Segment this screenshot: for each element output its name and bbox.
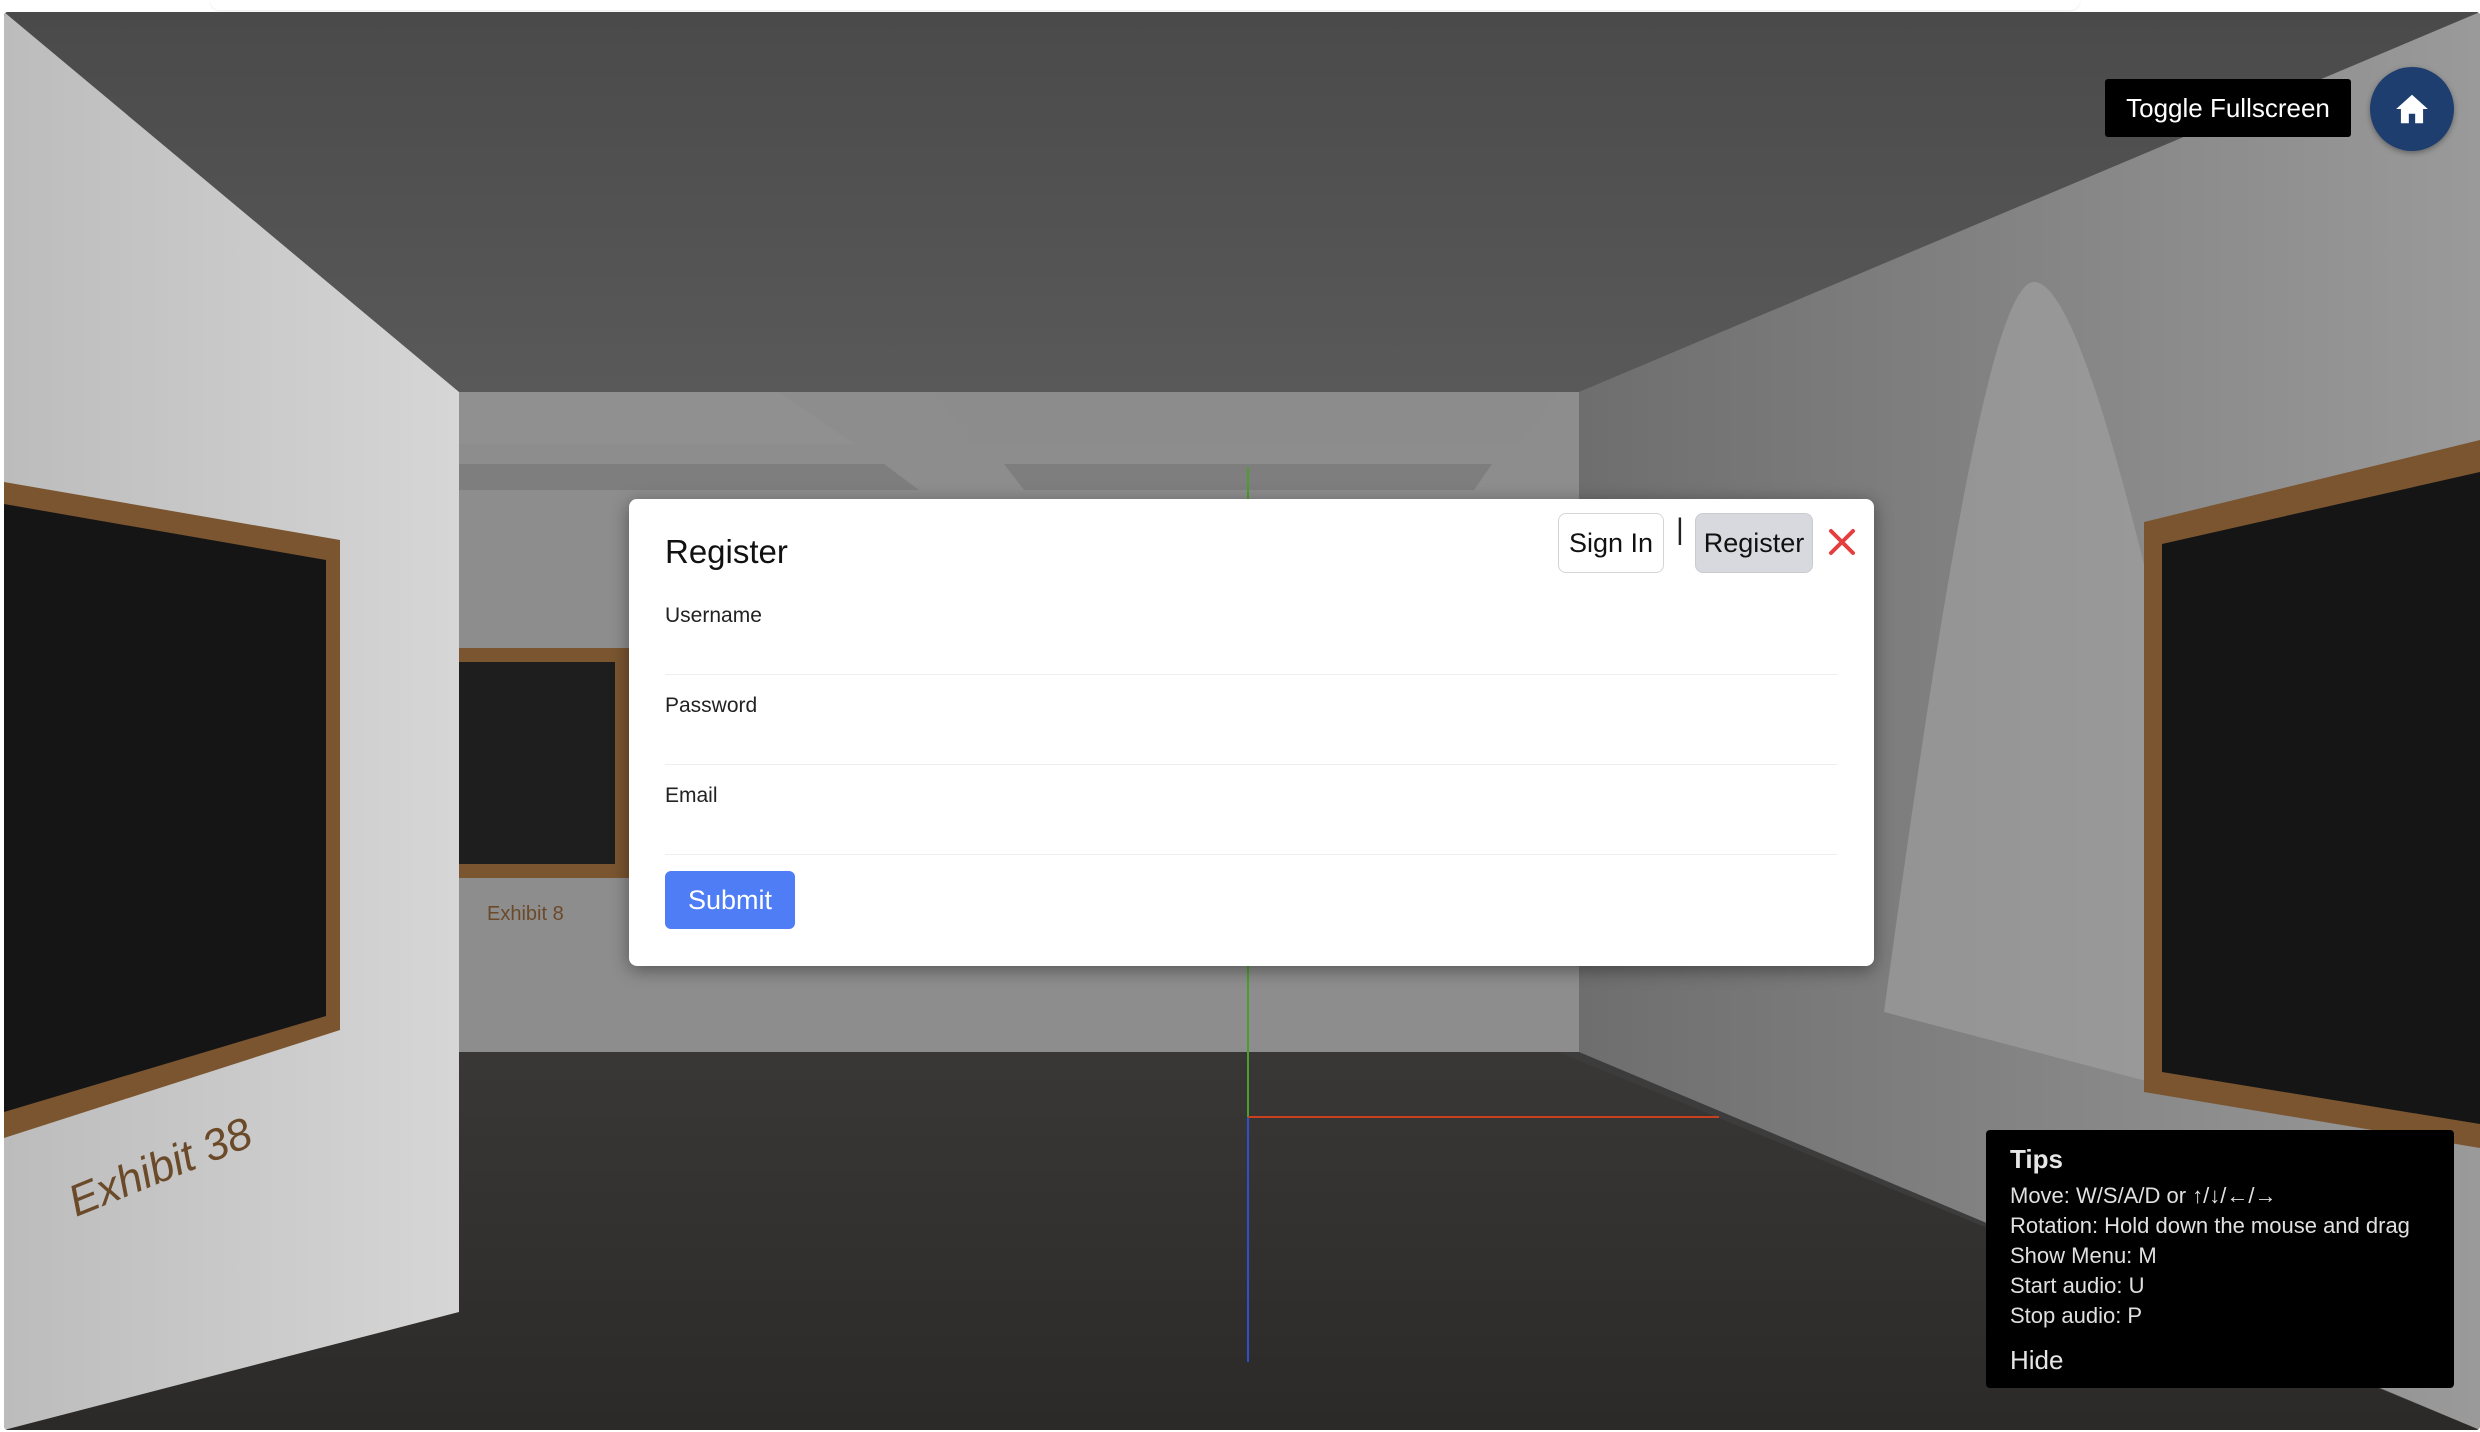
password-label: Password xyxy=(665,694,758,717)
tip-line: Move: W/S/A/D or ↑/↓/←/→ xyxy=(2010,1183,2277,1208)
home-button[interactable] xyxy=(2370,67,2454,151)
register-tab[interactable]: Register xyxy=(1695,513,1813,573)
gallery-3d-viewport[interactable]: Exhibit 38 Exhibit 8 Toggle Fullscreen R… xyxy=(4,12,2480,1430)
tip-line: Show Menu: M xyxy=(2010,1243,2157,1268)
home-icon xyxy=(2396,94,2428,124)
hide-tips-button[interactable]: Hide xyxy=(2010,1345,2430,1376)
toggle-fullscreen-button[interactable]: Toggle Fullscreen xyxy=(2105,79,2351,137)
submit-button[interactable]: Submit xyxy=(665,871,795,929)
register-modal: Register Sign In | Register Username Pas… xyxy=(629,499,1874,966)
email-input[interactable] xyxy=(665,817,1837,855)
modal-title: Register xyxy=(665,533,788,570)
username-input[interactable] xyxy=(665,637,1837,675)
close-icon xyxy=(1829,529,1855,555)
tips-panel: Tips Move: W/S/A/D or ↑/↓/←/→ Rotation: … xyxy=(1986,1130,2454,1388)
tip-line: Stop audio: P xyxy=(2010,1303,2143,1328)
password-input[interactable] xyxy=(665,727,1837,765)
exhibit-label: Exhibit 8 xyxy=(487,903,564,925)
close-button[interactable] xyxy=(1825,525,1859,559)
email-label: Email xyxy=(665,784,718,807)
tip-line: Rotation: Hold down the mouse and drag xyxy=(2010,1213,2410,1238)
username-label: Username xyxy=(665,604,762,627)
tab-separator: | xyxy=(1676,513,1684,546)
browser-top-edge xyxy=(210,0,2080,10)
tips-title: Tips xyxy=(2010,1144,2063,1174)
tip-line: Start audio: U xyxy=(2010,1273,2145,1298)
sign-in-tab[interactable]: Sign In xyxy=(1558,513,1664,573)
